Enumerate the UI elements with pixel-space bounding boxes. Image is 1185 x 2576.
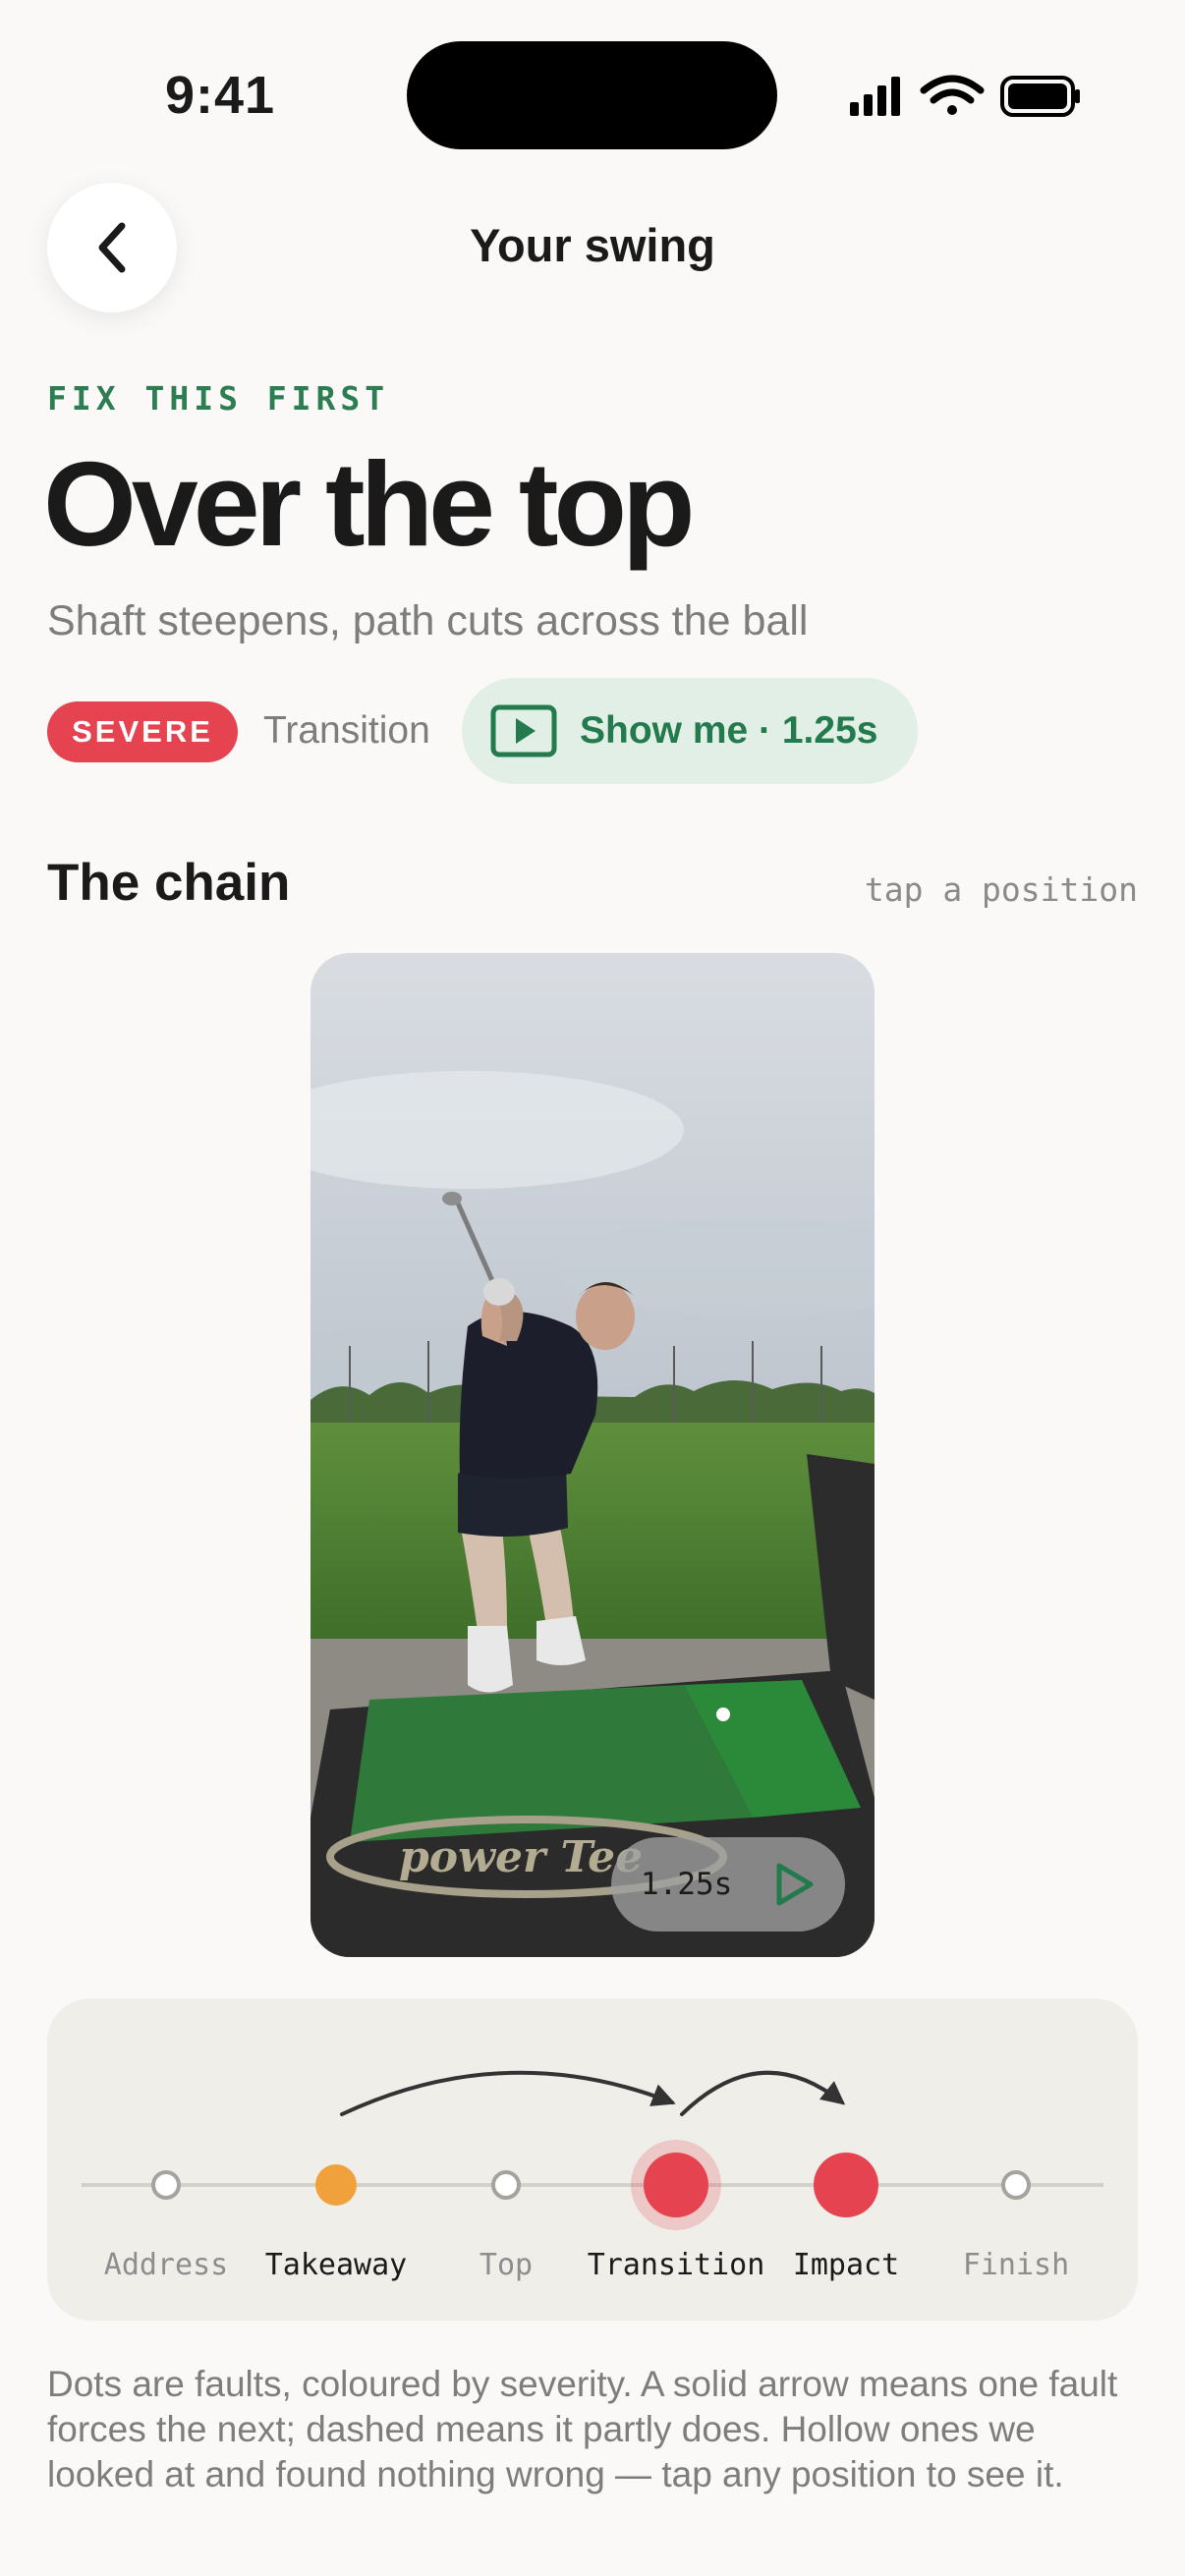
severity-badge: SEVERE [47, 701, 238, 762]
fault-phase: Transition [263, 709, 430, 752]
chain-dot-takeaway[interactable] [315, 2164, 357, 2206]
page-title: Your swing [470, 219, 715, 271]
chain-dot-impact[interactable] [814, 2153, 878, 2217]
fault-subtitle: Shaft steepens, path cuts across the bal… [47, 597, 809, 644]
chain-arrow-takeaway-to-transition [340, 2070, 676, 2116]
swing-video-frame: power Tee [310, 953, 875, 1957]
wifi-icon [920, 75, 985, 115]
chain-dot-top[interactable] [491, 2170, 521, 2200]
chain-dot-address[interactable] [151, 2170, 181, 2200]
chain-dot-transition[interactable] [631, 2140, 721, 2230]
signal-icon [850, 77, 900, 116]
show-me-button[interactable]: Show me · 1.25s [462, 678, 918, 784]
fault-eyebrow: FIX THIS FIRST [47, 379, 390, 418]
position-label-address[interactable]: Address [68, 2248, 264, 2282]
show-me-label: Show me · 1.25s [580, 709, 878, 752]
fault-title: Over the top [43, 437, 696, 571]
position-label-takeaway[interactable]: Takeaway [238, 2248, 434, 2282]
svg-text:power Tee: power Tee [399, 1832, 643, 1882]
position-label-transition[interactable]: Transition [578, 2248, 774, 2282]
chain-title: The chain [47, 854, 291, 912]
swing-video[interactable]: power Tee [310, 953, 875, 1957]
video-timestamp: 1.25s [641, 1867, 733, 1902]
position-label-impact[interactable]: Impact [748, 2248, 944, 2282]
status-time: 9:41 [165, 66, 276, 125]
chain-hint: tap a position [864, 870, 1138, 909]
position-label-finish[interactable]: Finish [918, 2248, 1114, 2282]
chain-arrow-transition-to-impact [680, 2070, 846, 2116]
battery-icon [1000, 76, 1080, 117]
video-play-pill[interactable]: 1.25s [611, 1837, 845, 1932]
dynamic-island [407, 41, 777, 149]
play-icon [490, 704, 557, 757]
status-icons [850, 75, 1080, 117]
position-label-top[interactable]: Top [408, 2248, 604, 2282]
chain-dot-finish[interactable] [1001, 2170, 1031, 2200]
play-triangle-icon [776, 1863, 814, 1906]
chain-explanation: Dots are faults, coloured by severity. A… [47, 2364, 1118, 2494]
